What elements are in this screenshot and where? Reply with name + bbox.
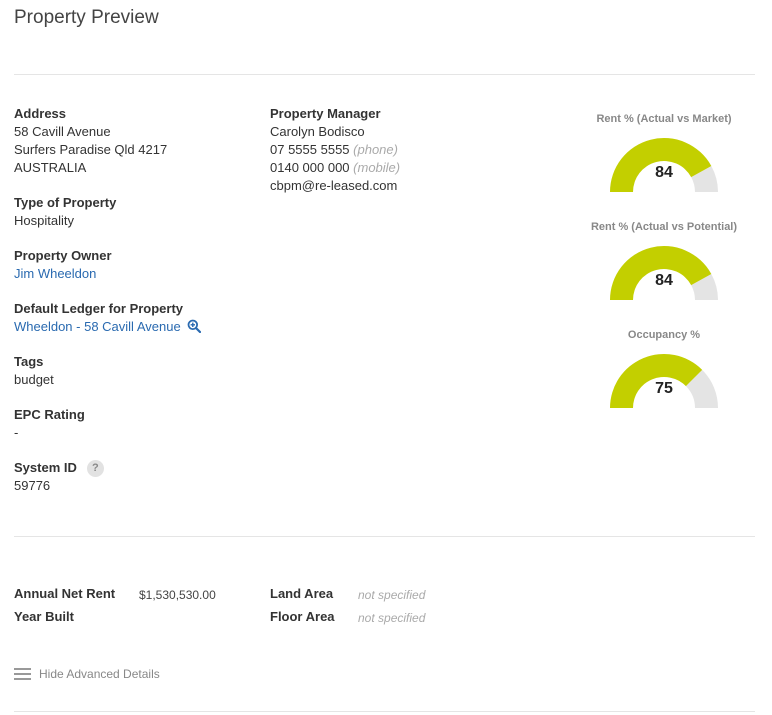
- hide-advanced-toggle[interactable]: Hide Advanced Details: [14, 665, 160, 683]
- property-manager: Property Manager Carolyn Bodisco 07 5555…: [270, 105, 530, 195]
- system-id-label: System ID: [14, 460, 77, 475]
- menu-icon: [14, 665, 31, 683]
- gauge-chart: [610, 354, 718, 408]
- gauge-title: Rent % (Actual vs Market): [596, 113, 732, 125]
- address-line3: AUSTRALIA: [14, 160, 87, 175]
- divider: [14, 711, 755, 712]
- owner-label: Property Owner: [14, 248, 112, 263]
- address-line1: 58 Cavill Avenue: [14, 124, 111, 139]
- system-id-group: System ID? 59776: [14, 459, 104, 495]
- floor-area-label: Floor Area: [270, 609, 335, 624]
- gauge-title: Rent % (Actual vs Potential): [590, 221, 738, 233]
- type-label: Type of Property: [14, 195, 117, 210]
- land-area-value: not specified: [358, 588, 426, 602]
- owner-link[interactable]: Jim Wheeldon: [14, 265, 96, 283]
- type-group: Type of Property Hospitality: [14, 194, 116, 230]
- tags-group: Tags budget: [14, 353, 54, 389]
- gauge-chart: [610, 138, 718, 192]
- gauge-rent-market: Rent % (Actual vs Market) 84: [574, 112, 754, 194]
- type-value: Hospitality: [14, 213, 74, 228]
- gauge-title: Occupancy %: [627, 329, 701, 341]
- ledger-label: Default Ledger for Property: [14, 301, 184, 316]
- magnify-icon[interactable]: [187, 319, 202, 338]
- manager-mobile-row: 0140 000 000 (mobile): [270, 159, 530, 177]
- tags-label: Tags: [14, 354, 44, 369]
- gauge-value: 84: [655, 272, 673, 289]
- manager-label: Property Manager: [270, 106, 381, 121]
- annual-net-rent-value: $1,530,530.00: [139, 588, 216, 602]
- epc-group: EPC Rating -: [14, 406, 85, 442]
- page-title: Property Preview: [14, 7, 159, 28]
- annual-net-rent-label: Annual Net Rent: [14, 586, 116, 601]
- address-line2: Surfers Paradise Qld 4217: [14, 142, 168, 157]
- gauge-occupancy: Occupancy % 75: [574, 328, 754, 410]
- system-id-value: 59776: [14, 478, 51, 493]
- system-id-row: System ID?: [14, 459, 104, 477]
- manager-name: Carolyn Bodisco: [270, 124, 365, 139]
- gauge-value: 84: [655, 164, 673, 181]
- ledger-group: Default Ledger for Property Wheeldon - 5…: [14, 300, 202, 338]
- manager-mobile-hint: (mobile): [353, 160, 401, 175]
- gauge-chart: [610, 246, 718, 300]
- gauge-rent-potential: Rent % (Actual vs Potential) 84: [574, 220, 754, 302]
- manager-phone: 07 5555 5555: [270, 142, 350, 157]
- year-built-label: Year Built: [14, 609, 74, 624]
- address-label: Address: [14, 106, 67, 121]
- land-area-label: Land Area: [270, 586, 334, 601]
- owner-group: Property Owner Jim Wheeldon: [14, 247, 112, 283]
- divider: [14, 74, 755, 75]
- ledger-link[interactable]: Wheeldon - 58 Cavill Avenue: [14, 318, 181, 336]
- epc-value: -: [14, 425, 19, 440]
- manager-phone-row: 07 5555 5555 (phone): [270, 141, 530, 159]
- manager-mobile: 0140 000 000: [270, 160, 350, 175]
- divider: [14, 536, 755, 537]
- hide-advanced-label: Hide Advanced Details: [39, 667, 160, 681]
- tags-value: budget: [14, 372, 54, 387]
- floor-area-value: not specified: [358, 611, 426, 625]
- help-icon[interactable]: ?: [86, 460, 104, 477]
- manager-phone-hint: (phone): [353, 142, 398, 157]
- gauge-value: 75: [655, 380, 673, 397]
- manager-email: cbpm@re-leased.com: [270, 178, 398, 193]
- address-group: Address 58 Cavill Avenue Surfers Paradis…: [14, 105, 167, 177]
- epc-label: EPC Rating: [14, 407, 85, 422]
